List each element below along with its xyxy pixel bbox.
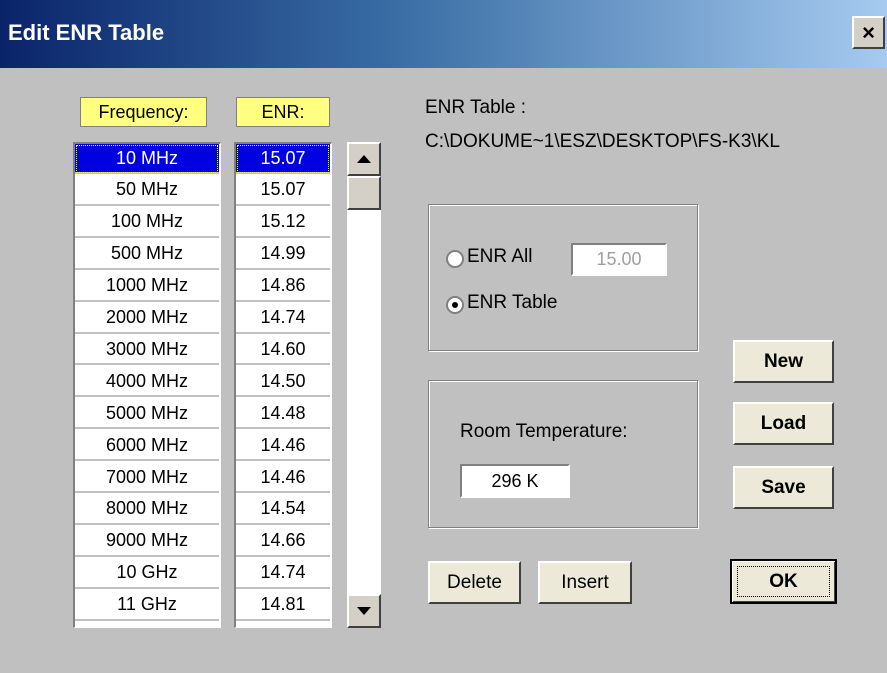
enr-cell[interactable]: 14.74 [236,559,330,589]
enr-cell[interactable]: 14.54 [236,495,330,525]
enr-all-input[interactable]: 15.00 [571,243,667,276]
frequency-cell[interactable]: 500 MHz [75,240,219,270]
frequency-cell[interactable]: 10 GHz [75,559,219,589]
enr-cell[interactable]: 14.60 [236,335,330,366]
enr-cell[interactable]: 15.12 [236,208,330,238]
frequency-list[interactable]: 10 MHz 50 MHz 100 MHz 500 MHz 1000 MHz 2000 M… [73,142,221,628]
enr-cell[interactable]: 14.46 [236,431,330,462]
scroll-down-button[interactable] [347,594,381,628]
enr-cell[interactable]: 14.46 [236,463,330,493]
frequency-cell[interactable]: 7000 MHz [75,463,219,493]
enr-table-radio-label: ENR Table [467,292,558,313]
enr-table-radio[interactable] [446,296,464,314]
ok-button-label: OK [769,570,798,592]
frequency-cell[interactable]: 5000 MHz [75,399,219,430]
arrow-up-icon [357,155,371,163]
window-title: Edit ENR Table [8,20,165,45]
frequency-column-header: Frequency: [80,97,207,127]
enr-cell[interactable]: 14.86 [236,272,330,302]
enr-cell[interactable]: 15.07 [236,176,330,206]
load-button[interactable]: Load [733,402,834,445]
table-scrollbar[interactable] [347,142,381,628]
delete-button[interactable]: Delete [428,561,521,604]
enr-cell[interactable]: 14.66 [236,527,330,557]
frequency-cell[interactable]: 50 MHz [75,176,219,206]
enr-table-path: C:\DOKUME~1\ESZ\DESKTOP\FS-K3\KL [425,131,780,152]
radio-selected-dot [452,302,458,308]
enr-mode-group [428,204,698,351]
enr-cell[interactable]: 14.48 [236,399,330,430]
enr-all-label: ENR All [467,246,533,267]
enr-cell[interactable]: 14.50 [236,367,330,398]
title-bar: Edit ENR Table × [0,0,887,68]
frequency-cell[interactable]: 2000 MHz [75,304,219,334]
frequency-cell[interactable]: 3000 MHz [75,335,219,366]
frequency-cell[interactable]: 10 MHz [75,144,219,174]
frequency-cell[interactable]: 6000 MHz [75,431,219,462]
enr-cell[interactable]: 14.99 [236,240,330,270]
frequency-cell[interactable]: 4000 MHz [75,367,219,398]
scroll-thumb[interactable] [347,176,381,210]
frequency-cell[interactable]: 9000 MHz [75,527,219,557]
room-temperature-input[interactable]: 296 K [460,464,570,498]
enr-cell[interactable]: 14.81 [236,591,330,621]
arrow-down-icon [357,607,371,615]
frequency-cell[interactable]: 1000 MHz [75,272,219,302]
room-temperature-label: Room Temperature: [460,421,628,442]
frequency-cell[interactable]: 11 GHz [75,591,219,621]
room-temperature-group [428,380,698,528]
enr-cell[interactable]: 15.07 [236,144,330,174]
enr-column-header: ENR: [236,97,330,127]
frequency-cell[interactable]: 8000 MHz [75,495,219,525]
ok-button[interactable]: OK [730,559,837,604]
enr-list[interactable]: 15.07 15.07 15.12 14.99 14.86 14.74 14.60 14.50… [234,142,332,628]
save-button[interactable]: Save [733,466,834,509]
enr-all-radio[interactable] [446,250,464,268]
scroll-up-button[interactable] [347,142,381,176]
enr-table-label: ENR Table : [425,97,527,118]
close-button[interactable]: × [852,16,885,49]
frequency-cell[interactable]: 100 MHz [75,208,219,238]
insert-button[interactable]: Insert [538,561,632,604]
close-icon: × [862,19,875,45]
enr-cell[interactable]: 14.74 [236,304,330,334]
new-button[interactable]: New [733,340,834,383]
